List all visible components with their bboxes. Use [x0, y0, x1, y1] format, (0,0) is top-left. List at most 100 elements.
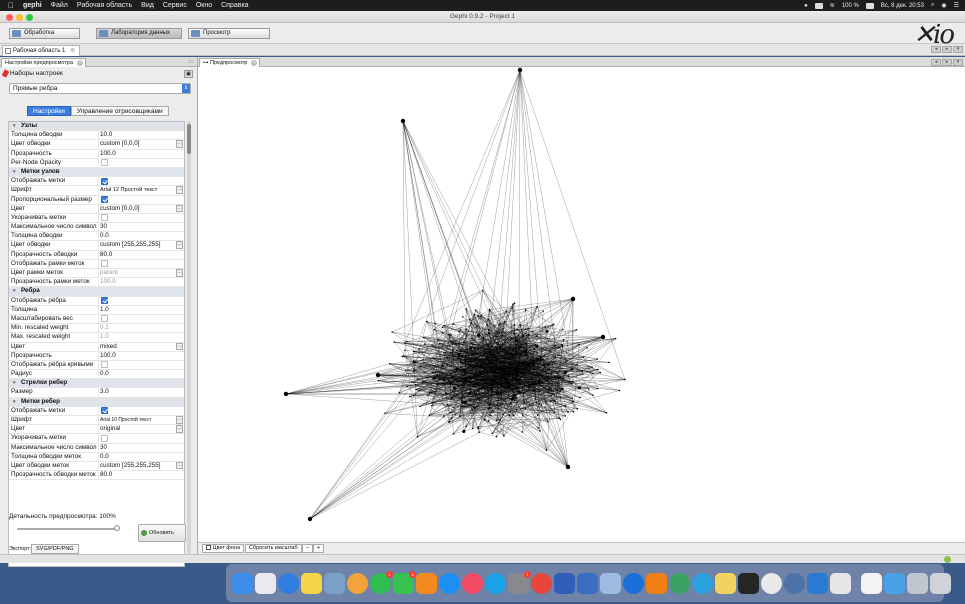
- minimize-window-button[interactable]: [16, 13, 23, 21]
- property-checkbox[interactable]: [101, 196, 108, 203]
- menu-file[interactable]: Файл: [51, 2, 68, 9]
- ellipsis-button[interactable]: …: [176, 425, 183, 433]
- property-row[interactable]: Укорачивать метки: [9, 213, 184, 224]
- property-row[interactable]: Цвет mixed…: [9, 342, 184, 352]
- property-row[interactable]: Отображать метки: [9, 177, 184, 187]
- gephi-icon[interactable]: [830, 572, 851, 594]
- property-row[interactable]: Прозрачность 100.0: [9, 351, 184, 361]
- syspref-icon[interactable]: 1: [508, 570, 531, 594]
- app-menu[interactable]: gephi: [23, 2, 42, 9]
- property-category[interactable]: Узлы: [9, 122, 184, 132]
- property-value[interactable]: 0.1: [100, 324, 176, 332]
- ellipsis-button[interactable]: …: [176, 241, 183, 249]
- photos-icon[interactable]: [347, 572, 368, 594]
- terminal-icon[interactable]: [738, 572, 759, 594]
- clock[interactable]: Вс, 8 дек. 20:53: [881, 3, 924, 9]
- property-row[interactable]: Толщина обводки меток 0.0: [9, 452, 184, 462]
- notes2-icon[interactable]: [715, 572, 736, 594]
- siri-icon[interactable]: ◉: [941, 2, 946, 9]
- property-row[interactable]: Цвет обводки custom [255,255,255]…: [9, 241, 184, 251]
- property-category[interactable]: Ребра: [9, 287, 184, 297]
- doc-icon[interactable]: [861, 572, 882, 594]
- property-row[interactable]: Прозрачность обводки меток 80.0: [9, 471, 184, 481]
- property-row[interactable]: Цвет рамки меток parent…: [9, 269, 184, 279]
- zoom-window-button[interactable]: [26, 13, 33, 21]
- property-value[interactable]: Arial 10 Простой текст: [100, 416, 176, 424]
- property-row[interactable]: Цвет original…: [9, 425, 184, 435]
- property-row[interactable]: Прозрачность рамки меток 100.0: [9, 278, 184, 288]
- menu-view[interactable]: Вид: [141, 2, 154, 9]
- background-color-button[interactable]: Цвет фона: [202, 544, 245, 553]
- property-value[interactable]: 3.0: [100, 388, 176, 396]
- property-row[interactable]: Отображать метки: [9, 406, 184, 416]
- property-row[interactable]: Max. rescaled weight 1.0: [9, 333, 184, 343]
- property-value[interactable]: 100.0: [100, 352, 176, 360]
- scroll-left-icon[interactable]: ◂: [931, 46, 941, 53]
- property-row[interactable]: Прозрачность обводки 80.0: [9, 250, 184, 260]
- property-row[interactable]: Максимальное число символов 30: [9, 223, 184, 233]
- property-checkbox[interactable]: [101, 159, 108, 167]
- preview2-icon[interactable]: [600, 572, 621, 594]
- close-icon[interactable]: ×: [76, 60, 83, 66]
- data-laboratory-button[interactable]: Лаборатория данных: [96, 28, 182, 39]
- property-value[interactable]: 100.0: [100, 278, 176, 286]
- imagebrowser-icon[interactable]: [577, 572, 598, 594]
- workspace-tab[interactable]: Рабочая область 1 ⊗: [2, 45, 81, 56]
- tab-settings[interactable]: Настройки: [27, 106, 71, 116]
- appstore-icon[interactable]: [439, 572, 460, 594]
- network-graph-canvas[interactable]: [198, 67, 965, 542]
- slider-knob[interactable]: [114, 525, 120, 531]
- property-row[interactable]: Отображать рёбра кривыми: [9, 360, 184, 371]
- status-menu-icon[interactable]: ●: [804, 3, 808, 9]
- globe-icon[interactable]: [669, 572, 690, 594]
- ellipsis-button[interactable]: …: [176, 342, 183, 350]
- tab-renderer-manager[interactable]: Управление отрисовщиками: [70, 106, 169, 116]
- skype-icon[interactable]: [485, 572, 506, 594]
- battery-percent[interactable]: 100 %: [842, 3, 859, 9]
- property-value[interactable]: parent: [100, 269, 176, 277]
- menu-window[interactable]: Окно: [196, 2, 212, 9]
- ellipsis-button[interactable]: …: [176, 204, 183, 213]
- property-row[interactable]: Масштабировать вес: [9, 314, 184, 325]
- property-checkbox[interactable]: [101, 361, 108, 369]
- apple-icon[interactable]: : [8, 1, 14, 10]
- wifi-icon[interactable]: ≋: [830, 2, 835, 9]
- menu-help[interactable]: Справка: [221, 2, 248, 9]
- property-row[interactable]: Прозрачность 100.0: [9, 149, 184, 159]
- property-checkbox[interactable]: [101, 214, 108, 222]
- property-scrollbar[interactable]: [187, 121, 191, 556]
- finder-icon[interactable]: [232, 572, 253, 594]
- property-value[interactable]: Arial 12 Простой текст: [100, 186, 176, 194]
- ellipsis-button[interactable]: …: [176, 416, 183, 424]
- property-row[interactable]: Укорачивать метки: [9, 434, 184, 444]
- vk-icon[interactable]: [784, 572, 805, 594]
- property-value[interactable]: custom [255,255,255]: [100, 241, 176, 249]
- property-category[interactable]: Метки ребер: [9, 397, 184, 407]
- chrome-icon[interactable]: [531, 572, 552, 594]
- property-checkbox[interactable]: [101, 407, 108, 415]
- refresh-button[interactable]: Обновить: [138, 524, 186, 542]
- property-row[interactable]: Шрифт Arial 10 Простой текст…: [9, 416, 184, 426]
- property-value[interactable]: 0.0: [100, 232, 176, 240]
- property-value[interactable]: 100.0: [100, 150, 176, 158]
- close-window-button[interactable]: [6, 13, 13, 21]
- notification-center-icon[interactable]: ☰: [954, 2, 959, 9]
- telegram-icon[interactable]: [692, 572, 713, 594]
- property-value[interactable]: 1.0: [100, 306, 176, 314]
- menu-tools[interactable]: Сервис: [163, 2, 187, 9]
- unknown-icon[interactable]: [907, 572, 928, 594]
- property-row[interactable]: Пропорциональный размер: [9, 195, 184, 205]
- tab-list-icon[interactable]: ▾: [953, 46, 963, 53]
- preview-settings-tab[interactable]: Настройки предпросмотра ×: [1, 58, 86, 67]
- property-row[interactable]: Максимальное число символов 30: [9, 443, 184, 453]
- property-checkbox[interactable]: [101, 297, 108, 305]
- property-checkbox[interactable]: [101, 434, 108, 442]
- property-value[interactable]: mixed: [100, 343, 176, 351]
- preview-button[interactable]: Просмотр: [188, 28, 270, 39]
- music-icon[interactable]: [462, 572, 483, 594]
- property-row[interactable]: Толщина 1.0: [9, 305, 184, 315]
- property-category[interactable]: Стрелки ребер: [9, 379, 184, 389]
- slack-icon[interactable]: [761, 572, 782, 594]
- property-row[interactable]: Отображать рёбра: [9, 296, 184, 306]
- tab-list-icon[interactable]: ▾: [953, 59, 963, 66]
